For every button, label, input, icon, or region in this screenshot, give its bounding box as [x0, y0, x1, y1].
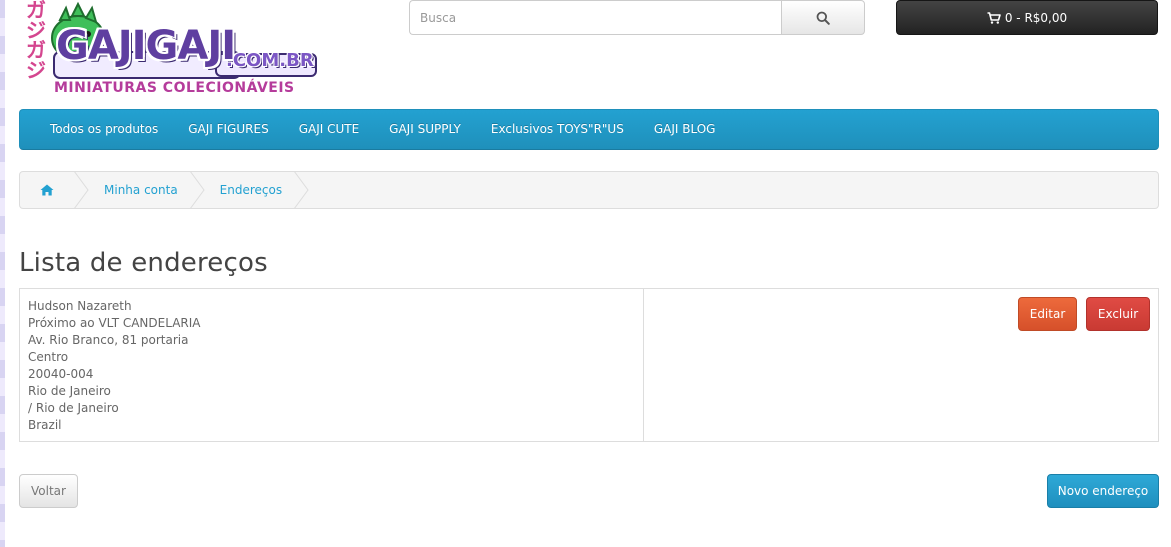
menu-item-all-products[interactable]: Todos os produtos: [35, 109, 173, 150]
page-title: Lista de endereços: [19, 248, 268, 278]
menu-item-gaji-figures[interactable]: GAJI FIGURES: [173, 109, 283, 150]
cart-summary: 0 - R$0,00: [1004, 10, 1068, 25]
logo-domain: .COM.BR: [226, 50, 314, 71]
address-country: Brazil: [28, 418, 62, 432]
main-menu: Todos os produtos GAJI FIGURES GAJI CUTE…: [19, 109, 1159, 150]
address-name: Hudson Nazareth: [28, 299, 132, 313]
address-details: Hudson Nazareth Próximo ao VLT CANDELARI…: [20, 289, 644, 441]
logo-tagline: MINIATURAS COLECIONÁVEIS: [54, 80, 295, 96]
address-state: / Rio de Janeiro: [28, 401, 119, 415]
logo-wordmark: GAJIGAJI: [56, 23, 236, 69]
search-icon: [816, 11, 830, 25]
new-address-button[interactable]: Novo endereço: [1047, 474, 1159, 508]
address-actions: Editar Excluir: [644, 289, 1158, 441]
edit-address-button[interactable]: Editar: [1018, 297, 1077, 331]
logo-kana: ガジガジ: [26, 0, 46, 82]
search-input[interactable]: [409, 0, 782, 35]
breadcrumb: Minha conta Endereços: [19, 171, 1159, 209]
menu-item-gaji-supply[interactable]: GAJI SUPPLY: [374, 109, 476, 150]
address-city: Rio de Janeiro: [28, 384, 111, 398]
address-postcode: 20040-004: [28, 367, 94, 381]
store-logo[interactable]: ガジガジ GAJIGAJI .COM.BR MINIATURAS COLECIO…: [20, 0, 320, 100]
address-complement: Próximo ao VLT CANDELARIA: [28, 316, 201, 330]
menu-item-gaji-blog[interactable]: GAJI BLOG: [639, 109, 731, 150]
address-district: Centro: [28, 350, 69, 364]
breadcrumb-home[interactable]: [20, 172, 74, 208]
breadcrumb-separator: [74, 172, 89, 208]
shopping-cart-icon: [987, 11, 1001, 24]
search-button[interactable]: [781, 0, 865, 35]
breadcrumb-item-addresses[interactable]: Endereços: [208, 172, 294, 208]
search-bar: [409, 0, 865, 35]
breadcrumb-separator: [189, 172, 205, 208]
back-button[interactable]: Voltar: [19, 474, 78, 508]
menu-item-gaji-cute[interactable]: GAJI CUTE: [284, 109, 374, 150]
breadcrumb-separator: [294, 172, 309, 208]
address-street: Av. Rio Branco, 81 portaria: [28, 333, 189, 347]
delete-address-button[interactable]: Excluir: [1086, 297, 1150, 331]
breadcrumb-item-my-account[interactable]: Minha conta: [92, 172, 190, 208]
cart-button[interactable]: 0 - R$0,00: [896, 0, 1158, 35]
page-left-decoration: [0, 0, 5, 547]
menu-item-toysrus-exclusives[interactable]: Exclusivos TOYS"R"US: [476, 109, 639, 150]
home-icon: [40, 184, 54, 196]
address-table: Hudson Nazareth Próximo ao VLT CANDELARI…: [19, 288, 1159, 442]
